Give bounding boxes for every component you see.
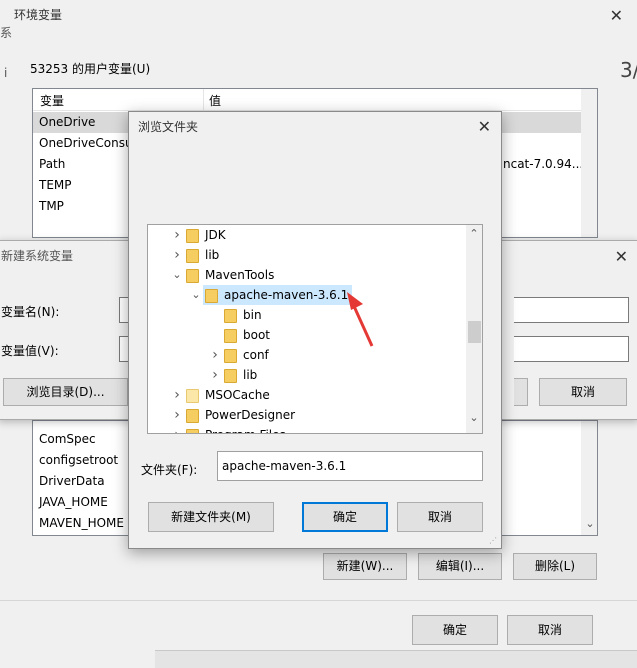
tree-item-label: apache-maven-3.6.1 [224,288,349,302]
col-header-value[interactable]: 值 [209,92,221,109]
tree-item[interactable]: MSOCache [184,385,274,405]
new-var-button[interactable]: 新建(W)... [323,553,407,580]
tree-item[interactable]: apache-maven-3.6.1 [203,285,353,305]
browse-dialog-title: 浏览文件夹 [138,120,199,134]
edge-text-right: 3/ [620,58,637,82]
new-var-cancel-button[interactable]: 取消 [539,378,627,406]
var-name-field-right[interactable] [514,297,629,323]
tree-item[interactable]: JDK [184,225,230,245]
chevron-down-icon[interactable]: ⌄ [189,285,203,305]
system-var-row[interactable]: JAVA_HOME [39,492,108,513]
edge-text-left: 系 [0,26,13,40]
folder-label: 文件夹(F): [141,463,198,477]
tree-item-label: Program Files [205,428,286,433]
tree-item[interactable]: bin [222,305,266,325]
var-value-field-right[interactable] [514,336,629,362]
edit-var-button[interactable]: 编辑(I)... [418,553,502,580]
folder-tree[interactable]: › JDK › lib ⌄ MavenTools ⌄ apache-maven-3.6.1 bi… [147,224,483,434]
tree-item-label: MavenTools [205,268,275,282]
folder-icon [186,428,199,433]
new-folder-button[interactable]: 新建文件夹(M) [148,502,274,532]
col-header-variable[interactable]: 变量 [40,92,64,109]
chevron-right-icon[interactable]: › [170,245,184,265]
tree-item[interactable]: boot [222,325,274,345]
system-var-row[interactable]: DriverData [39,471,105,492]
folder-icon [224,348,237,363]
tree-item-label: lib [205,248,220,262]
tree-scrollbar[interactable]: ⌃ ⌄ [466,225,482,433]
env-window-title: 环境变量 [14,8,63,22]
browse-ok-button[interactable]: 确定 [302,502,388,532]
var-value-label: 变量值(V): [1,344,59,358]
folder-icon [186,408,199,423]
folder-icon [186,388,199,403]
scrollbar[interactable]: ⌄ [581,421,597,535]
folder-icon [224,368,237,383]
tree-item[interactable]: conf [222,345,273,365]
user-var-row[interactable]: TMP [39,196,64,217]
chevron-right-icon[interactable]: › [170,225,184,245]
tree-item-label: PowerDesigner [205,408,296,422]
chevron-right-icon[interactable]: › [208,345,222,365]
system-var-row[interactable]: MAVEN_HOME [39,513,124,534]
system-var-row[interactable]: ComSpec [39,429,96,450]
chevron-right-icon[interactable]: › [170,425,184,433]
user-var-row[interactable]: OneDriveConsu [39,133,129,154]
folder-path-input[interactable]: apache-maven-3.6.1 [217,451,483,481]
close-icon[interactable]: ✕ [478,116,491,138]
browse-folder-dialog: 浏览文件夹 ✕ › JDK › lib ⌄ MavenTools ⌄ apache-maven… [128,111,502,549]
user-var-row[interactable]: TEMP [39,175,72,196]
annotation-arrow [347,292,374,347]
user-var-value: ncat-7.0.94... [503,157,584,171]
user-var-row[interactable]: OneDrive [39,112,95,133]
tree-item-label: conf [243,348,269,362]
delete-var-button[interactable]: 删除(L) [513,553,597,580]
user-var-row[interactable]: Path [39,154,65,175]
tree-item[interactable]: Program Files [184,425,290,433]
edge-text-i: i [4,66,8,80]
chevron-down-icon[interactable]: ⌄ [170,265,184,285]
browse-dir-button[interactable]: 浏览目录(D)... [3,378,128,406]
scrollbar[interactable] [581,89,597,237]
tree-item-label: lib [243,368,258,382]
new-var-ok-button-partial[interactable] [514,378,528,406]
close-icon[interactable]: ✕ [615,247,628,267]
tree-item-label: bin [243,308,262,322]
folder-icon [186,228,199,243]
scroll-thumb[interactable] [468,321,481,343]
folder-icon [186,268,199,283]
scroll-up-icon[interactable]: ⌃ [467,227,481,240]
folder-icon [186,248,199,263]
folder-icon [224,328,237,343]
folder-icon [224,308,237,323]
system-var-row[interactable]: configsetroot [39,450,118,471]
close-icon[interactable]: ✕ [610,6,623,26]
user-vars-label: 53253 的用户变量(U) [30,62,151,76]
chevron-right-icon[interactable]: › [170,385,184,405]
scroll-down-icon[interactable]: ⌄ [467,411,481,424]
resize-grip-icon[interactable]: ⋰ [489,536,499,546]
scroll-down-icon[interactable]: ⌄ [583,517,597,530]
browse-cancel-button[interactable]: 取消 [397,502,483,532]
chevron-right-icon[interactable]: › [208,365,222,385]
folder-icon [205,288,218,303]
tree-item[interactable]: lib [184,245,223,265]
tree-item-label: boot [243,328,271,342]
tree-item-label: MSOCache [205,388,270,402]
tree-item[interactable]: lib [222,365,261,385]
env-cancel-button[interactable]: 取消 [507,615,593,645]
env-ok-button[interactable]: 确定 [412,615,498,645]
tree-item[interactable]: MavenTools [184,265,278,285]
var-name-label: 变量名(N): [1,305,60,319]
tree-item[interactable]: PowerDesigner [184,405,299,425]
chevron-right-icon[interactable]: › [170,405,184,425]
tree-item-label: JDK [205,228,226,242]
